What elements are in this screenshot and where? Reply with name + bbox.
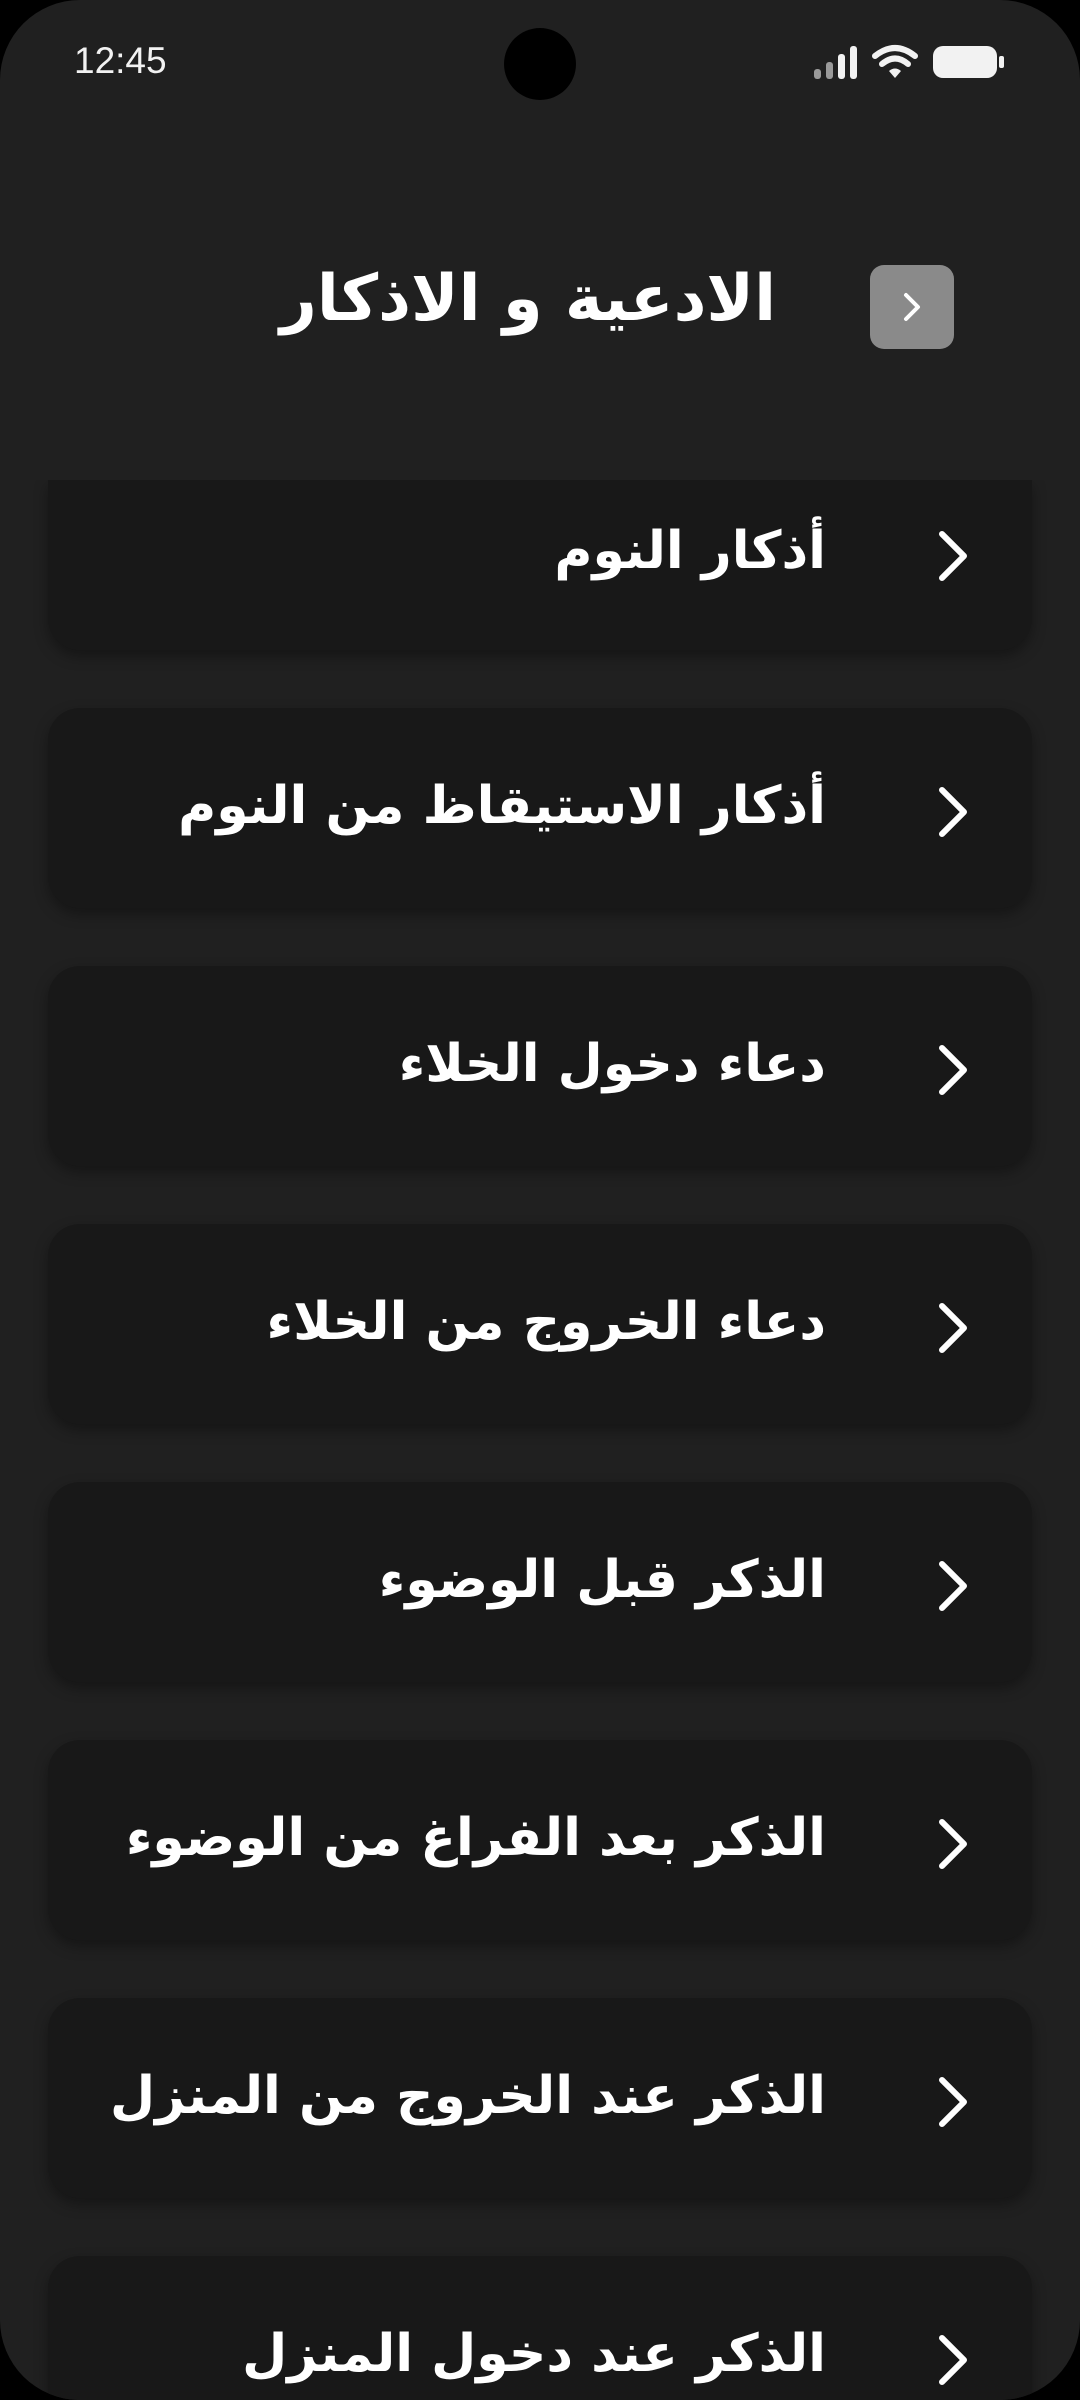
list-item-label: الذكر بعد الفراغ من الوضوء (125, 1808, 826, 1868)
back-button[interactable] (870, 265, 954, 349)
camera-cutout (504, 28, 576, 100)
list-item[interactable]: الذكر عند دخول المنزل (48, 2256, 1032, 2400)
chevron-right-icon (939, 2077, 967, 2127)
app-screen: 12:45 الادعية و الاذكار أذكار النوم أذكا… (0, 0, 1080, 2400)
battery-icon (933, 46, 1004, 78)
list-item-label: دعاء الخروج من الخلاء (266, 1292, 826, 1352)
list-item-label: الذكر قبل الوضوء (378, 1550, 826, 1610)
list-item-label: أذكار النوم (554, 521, 826, 581)
list-item-label: دعاء دخول الخلاء (398, 1034, 826, 1094)
chevron-right-icon (939, 1303, 967, 1353)
list-item-label: أذكار الاستيقاظ من النوم (178, 776, 826, 836)
list-item[interactable]: دعاء الخروج من الخلاء (48, 1224, 1032, 1424)
list-item-label: الذكر عند الخروج من المنزل (109, 2066, 826, 2126)
header: الادعية و الاذكار (0, 220, 1080, 400)
chevron-right-icon (939, 1045, 967, 1095)
status-bar: 12:45 (0, 0, 1080, 130)
chevron-right-icon (939, 1561, 967, 1611)
wifi-icon (872, 45, 918, 78)
page-title: الادعية و الاذكار (280, 262, 776, 336)
status-time: 12:45 (74, 40, 167, 81)
adhkar-list: أذكار النوم أذكار الاستيقاظ من النوم دعا… (0, 480, 1080, 2400)
signal-icon (814, 46, 857, 79)
status-icons (812, 44, 1006, 80)
chevron-right-icon (904, 293, 920, 321)
list-item-label: الذكر عند دخول المنزل (242, 2324, 826, 2384)
list-item[interactable]: أذكار الاستيقاظ من النوم (48, 708, 1032, 908)
list-item[interactable]: أذكار النوم (48, 480, 1032, 650)
chevron-right-icon (939, 2335, 967, 2385)
list-item[interactable]: الذكر بعد الفراغ من الوضوء (48, 1740, 1032, 1940)
chevron-right-icon (939, 1819, 967, 1869)
chevron-right-icon (939, 787, 967, 837)
list-item[interactable]: الذكر قبل الوضوء (48, 1482, 1032, 1682)
list-item[interactable]: الذكر عند الخروج من المنزل (48, 1998, 1032, 2198)
chevron-right-icon (939, 531, 967, 581)
list-item[interactable]: دعاء دخول الخلاء (48, 966, 1032, 1166)
